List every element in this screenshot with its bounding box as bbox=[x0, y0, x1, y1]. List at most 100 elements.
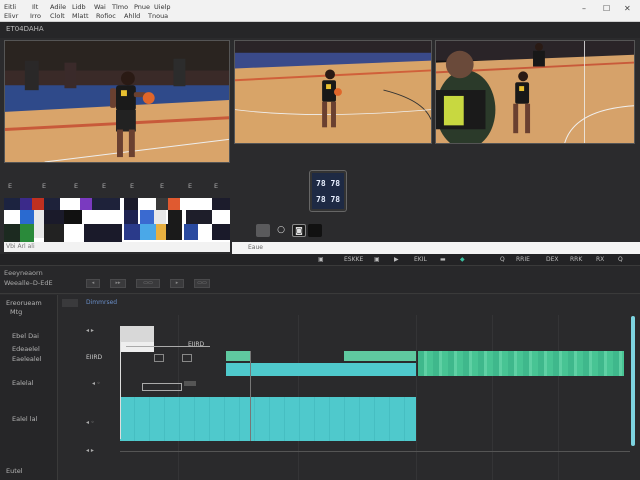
thumbnail[interactable] bbox=[4, 198, 20, 210]
bin-column-7[interactable]: E bbox=[188, 182, 192, 190]
timeline-vertical-scrollbar[interactable] bbox=[631, 316, 635, 446]
transport-label-3[interactable]: RRIE bbox=[516, 256, 530, 263]
green-clip-strip[interactable] bbox=[418, 351, 624, 376]
program-viewer[interactable] bbox=[234, 40, 432, 144]
zoom-icon[interactable]: Q bbox=[500, 256, 505, 263]
submenu-item-4[interactable]: Mlatt bbox=[72, 12, 89, 20]
thumbnail[interactable] bbox=[124, 198, 138, 210]
scrub-bar-icon[interactable]: ▬ bbox=[440, 256, 446, 263]
submenu-item-1[interactable]: Elivr bbox=[4, 12, 18, 20]
bin-column-5[interactable]: E bbox=[130, 182, 134, 190]
menu-item-7[interactable]: Pnue bbox=[134, 3, 150, 11]
keyframe-box[interactable] bbox=[154, 354, 164, 362]
teal-clip[interactable] bbox=[226, 363, 416, 376]
track-name-1[interactable]: Ebel Dai bbox=[12, 332, 39, 340]
tool-button-4[interactable]: ▸ bbox=[170, 279, 184, 288]
teal-clip-large[interactable] bbox=[120, 397, 416, 441]
thumbnail[interactable] bbox=[184, 224, 198, 240]
thumbnail[interactable] bbox=[212, 224, 230, 240]
thumbnail[interactable] bbox=[44, 198, 60, 210]
tool-button-5[interactable]: ▭▭ bbox=[194, 279, 210, 288]
thumbnail[interactable] bbox=[32, 198, 44, 210]
track-marker-1[interactable]: ◂ ▸ bbox=[86, 327, 94, 334]
range-handle[interactable] bbox=[184, 381, 196, 386]
viewer-color-swatch[interactable] bbox=[308, 224, 322, 237]
transport-label-1[interactable]: ESKKE bbox=[344, 256, 363, 263]
track-marker-3[interactable]: ◂ ◦ bbox=[86, 419, 94, 426]
transport-label-5[interactable]: RRK bbox=[570, 256, 582, 263]
track-name-3[interactable]: Eaelealel bbox=[12, 355, 42, 363]
menu-item-2[interactable]: Ilt bbox=[32, 3, 38, 11]
bin-column-2[interactable]: E bbox=[42, 182, 46, 190]
tool-button-3[interactable]: ▭▭ bbox=[136, 279, 160, 288]
marker-icon[interactable]: ◆ bbox=[460, 256, 465, 263]
menu-item-8[interactable]: Uielp bbox=[154, 3, 171, 11]
thumbnail[interactable] bbox=[84, 224, 122, 242]
selected-clip[interactable] bbox=[120, 326, 154, 342]
stop-icon[interactable]: ▣ bbox=[374, 256, 380, 263]
close-icon[interactable]: ✕ bbox=[624, 4, 631, 13]
menu-item-4[interactable]: Lidb bbox=[72, 3, 86, 11]
bin-column-1[interactable]: E bbox=[8, 182, 12, 190]
green-clip[interactable] bbox=[226, 351, 250, 361]
transport-label-2[interactable]: EKIL bbox=[414, 256, 427, 263]
thumbnail[interactable] bbox=[64, 210, 82, 224]
bin-column-3[interactable]: E bbox=[74, 182, 78, 190]
thumbnail[interactable] bbox=[154, 210, 166, 224]
menu-item-5[interactable]: Wai bbox=[94, 3, 106, 11]
track-name-5[interactable]: Ealel lal bbox=[12, 415, 37, 423]
thumbnail[interactable] bbox=[44, 210, 64, 224]
track-marker-4[interactable]: ◂ ▸ bbox=[86, 447, 94, 454]
tool-button-2[interactable]: ▸▸ bbox=[110, 279, 126, 288]
track-marker-2[interactable]: ◂ ◦ bbox=[92, 380, 100, 387]
submenu-item-2[interactable]: Irro bbox=[30, 12, 41, 20]
snapshot-icon[interactable]: ▣ bbox=[318, 256, 324, 263]
thumbnail[interactable] bbox=[140, 224, 156, 240]
reference-viewer[interactable] bbox=[435, 40, 635, 144]
thumbnail[interactable] bbox=[20, 198, 32, 210]
loop-icon[interactable]: ○ bbox=[274, 224, 288, 237]
bin-column-4[interactable]: E bbox=[102, 182, 106, 190]
thumbnail[interactable] bbox=[44, 224, 64, 242]
thumbnail[interactable] bbox=[156, 198, 168, 210]
green-clip[interactable] bbox=[344, 351, 416, 361]
submenu-item-7[interactable]: Tnoua bbox=[148, 12, 168, 20]
submenu-item-5[interactable]: Rofioc bbox=[96, 12, 116, 20]
thumbnail[interactable] bbox=[92, 198, 120, 210]
submenu-item-3[interactable]: Clolt bbox=[50, 12, 65, 20]
viewer-tool-button[interactable] bbox=[256, 224, 270, 237]
timeline-area[interactable]: Dimmrsed ◂ ▸ EIIRD EIIRD ◂ ◦ ◂ ◦ ◂ ▸ bbox=[58, 295, 640, 480]
tool-button-1[interactable]: ◂ bbox=[86, 279, 100, 288]
maximize-icon[interactable]: ☐ bbox=[603, 4, 610, 13]
track-name-4[interactable]: Ealelal bbox=[12, 379, 34, 387]
thumbnail[interactable] bbox=[4, 224, 20, 242]
thumbnail[interactable] bbox=[124, 224, 140, 240]
keyframe-box[interactable] bbox=[182, 354, 192, 362]
thumbnail[interactable] bbox=[140, 210, 154, 224]
thumbnail[interactable] bbox=[20, 210, 34, 224]
thumbnail[interactable] bbox=[156, 224, 166, 240]
scoreboard-preview-icon[interactable]: 78 78 78 78 bbox=[310, 171, 346, 211]
bin-column-8[interactable]: E bbox=[214, 182, 218, 190]
submenu-item-6[interactable]: Ahlld bbox=[124, 12, 140, 20]
play-icon[interactable]: ▶ bbox=[394, 256, 399, 263]
transport-label-6[interactable]: RX bbox=[596, 256, 604, 263]
thumbnail[interactable] bbox=[212, 198, 230, 210]
thumbnail[interactable] bbox=[34, 210, 44, 238]
thumbnail[interactable] bbox=[168, 198, 180, 210]
transport-label-4[interactable]: DEX bbox=[546, 256, 559, 263]
thumbnail[interactable] bbox=[124, 210, 138, 224]
minimize-icon[interactable]: – bbox=[582, 4, 586, 13]
thumbnail[interactable] bbox=[186, 210, 212, 224]
thumbnail[interactable] bbox=[166, 224, 182, 240]
range-selector[interactable] bbox=[142, 383, 182, 391]
playhead[interactable] bbox=[120, 341, 121, 439]
bin-column-6[interactable]: E bbox=[160, 182, 164, 190]
menu-item-1[interactable]: Eitli bbox=[4, 3, 16, 11]
thumbnail[interactable] bbox=[80, 198, 92, 210]
thumbnail[interactable] bbox=[168, 210, 182, 224]
source-viewer[interactable] bbox=[4, 40, 230, 163]
thumbnail[interactable] bbox=[20, 224, 34, 242]
clip-thumbnail-grid[interactable]: Vbi Arl ali bbox=[4, 198, 230, 252]
track-name-2[interactable]: Edeaelel bbox=[12, 345, 40, 353]
